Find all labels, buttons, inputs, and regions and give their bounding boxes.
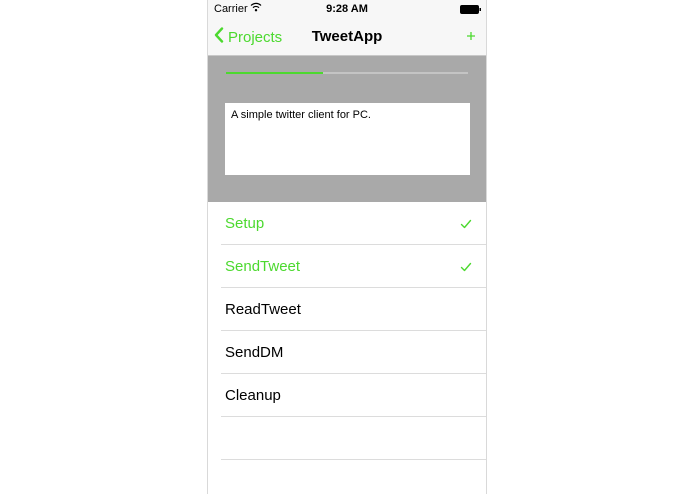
step-row[interactable]: Setup bbox=[221, 202, 486, 245]
empty-row bbox=[221, 417, 486, 460]
progress-fill bbox=[226, 72, 323, 74]
status-bar: Carrier 9:28 AM bbox=[208, 0, 486, 18]
checkmark-icon bbox=[460, 260, 472, 272]
step-row[interactable]: SendTweet bbox=[221, 245, 486, 288]
plus-icon bbox=[467, 32, 475, 40]
step-label: SendTweet bbox=[225, 258, 301, 275]
battery-icon bbox=[460, 5, 481, 14]
step-row[interactable]: Cleanup bbox=[221, 374, 486, 417]
step-label: Setup bbox=[225, 215, 265, 232]
step-label: SendDM bbox=[225, 344, 284, 361]
progress-bar bbox=[226, 72, 468, 74]
add-button[interactable] bbox=[464, 29, 478, 43]
project-header: A simple twitter client for PC. bbox=[208, 56, 486, 202]
step-label: ReadTweet bbox=[225, 301, 301, 318]
description-field[interactable]: A simple twitter client for PC. bbox=[225, 103, 470, 175]
step-list: Setup SendTweet ReadTweet SendDM Cleanup bbox=[208, 202, 486, 460]
navigation-bar: Projects TweetApp bbox=[208, 18, 486, 56]
step-row[interactable]: ReadTweet bbox=[221, 288, 486, 331]
status-time: 9:28 AM bbox=[326, 3, 368, 15]
step-label: Cleanup bbox=[225, 387, 281, 404]
checkmark-icon bbox=[460, 217, 472, 229]
page-title: TweetApp bbox=[311, 28, 383, 45]
step-row[interactable]: SendDM bbox=[221, 331, 486, 374]
phone-screen: Carrier 9:28 AM Projects TweetApp A simp… bbox=[207, 0, 487, 494]
